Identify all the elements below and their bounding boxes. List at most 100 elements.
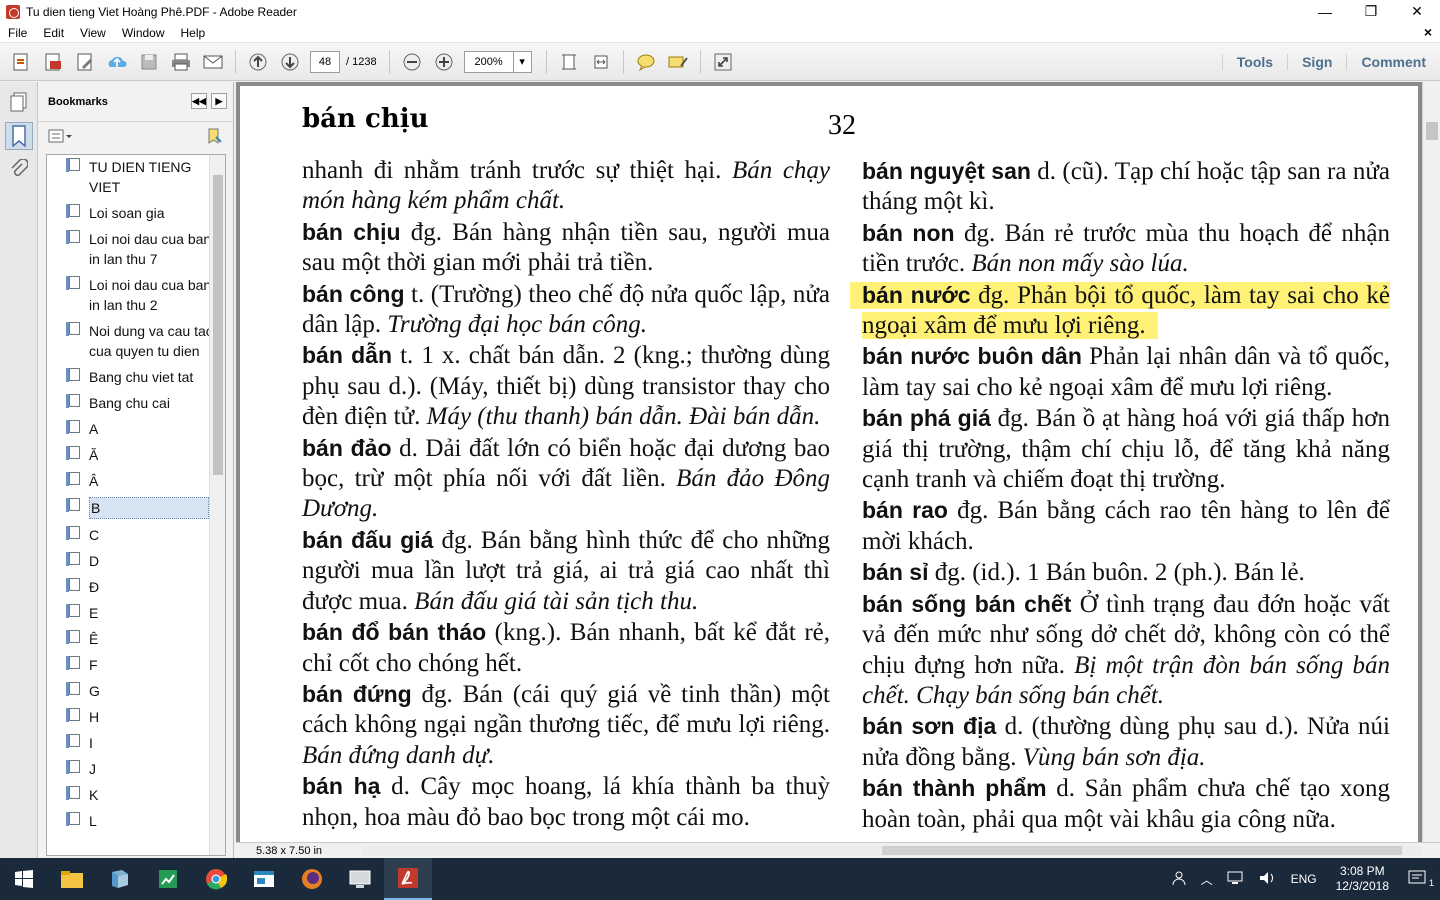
bookmark-options-icon[interactable] (48, 129, 72, 146)
bookmark-item[interactable]: L (47, 809, 225, 835)
action-center-icon[interactable]: 1 (1401, 870, 1440, 889)
volume-icon[interactable] (1252, 871, 1284, 888)
bookmark-label: Ê (89, 631, 99, 647)
highlighted-entry[interactable]: bán nước đg. Phản bội tổ quốc, làm tay s… (850, 281, 1390, 340)
network-icon[interactable] (1220, 871, 1252, 888)
bookmark-item[interactable]: I (47, 731, 225, 757)
upload-cloud-icon[interactable] (104, 49, 130, 75)
next-page-icon[interactable] (277, 49, 303, 75)
close-document-button[interactable]: × (1424, 24, 1432, 40)
bookmarks-panel-icon[interactable] (5, 122, 33, 150)
entry-example: Bán đứng danh dự. (302, 741, 495, 769)
bookmark-page-icon (66, 656, 80, 670)
dictionary-entry: bán nguyệt san d. (cũ). Tạp chí hoặc tập… (862, 156, 1390, 218)
full-screen-icon[interactable] (710, 49, 736, 75)
bookmark-item[interactable]: Noi dung va cau tao cua quyen tu dien (47, 319, 225, 365)
panel-arrow-icon[interactable]: ▶ (211, 93, 227, 109)
start-button-icon[interactable] (0, 858, 48, 900)
edit-pdf-icon[interactable] (72, 49, 98, 75)
firefox-icon[interactable] (288, 858, 336, 900)
dictionary-entry: bán thành phẩm d. Sản phẩm chưa chế tạo … (862, 773, 1390, 835)
bookmark-item[interactable]: G (47, 679, 225, 705)
page-thumbnails-icon[interactable] (5, 88, 33, 116)
system-clock[interactable]: 3:08 PM 12/3/2018 (1324, 864, 1401, 894)
page-number-input[interactable]: 48 (310, 50, 340, 73)
sticky-note-icon[interactable] (633, 49, 659, 75)
entry-headword: bán đổ bán tháo (302, 619, 487, 646)
zoom-in-icon[interactable] (431, 49, 457, 75)
adobe-reader-taskbar-icon[interactable] (384, 858, 432, 900)
bookmark-item[interactable]: Ê (47, 627, 225, 653)
bookmark-item[interactable]: C (47, 523, 225, 549)
entry-body: nhanh đi nhằm tránh trước sự thiệt hại. … (302, 157, 830, 214)
bookmark-item[interactable]: Loi noi dau cua ban in lan thu 2 (47, 273, 225, 319)
close-button[interactable]: ✕ (1394, 0, 1440, 23)
bookmark-page-icon (66, 158, 80, 172)
sign-pane-button[interactable]: Sign (1287, 54, 1346, 70)
bookmark-item[interactable]: E (47, 601, 225, 627)
bookmark-page-icon (66, 786, 80, 800)
save-icon[interactable] (136, 49, 162, 75)
input-language[interactable]: ENG (1284, 872, 1324, 886)
entry-headword: bán thành phẩm (862, 775, 1047, 802)
document-vertical-scrollbar[interactable] (1422, 82, 1440, 842)
menu-help[interactable]: Help (173, 26, 214, 40)
bookmark-item[interactable]: Bang chu cai (47, 391, 225, 417)
bookmark-page-icon (66, 230, 80, 244)
file-explorer-icon[interactable] (48, 858, 96, 900)
bookmark-label: Noi dung va cau tao cua quyen tu dien (89, 323, 214, 359)
attachments-icon[interactable] (5, 156, 33, 184)
highlight-text-icon[interactable] (665, 49, 691, 75)
zoom-level-input[interactable]: 200% (463, 50, 514, 73)
app-chart-icon[interactable] (144, 858, 192, 900)
bookmark-scrollbar[interactable] (209, 155, 225, 855)
menu-edit[interactable]: Edit (35, 26, 72, 40)
app-monitor-icon[interactable] (336, 858, 384, 900)
bookmark-item[interactable]: Loi soan gia (47, 201, 225, 227)
menu-file[interactable]: File (0, 26, 35, 40)
bookmark-item[interactable]: H (47, 705, 225, 731)
print-icon[interactable] (168, 49, 194, 75)
bookmark-item[interactable]: F (47, 653, 225, 679)
dictionary-entry: bán đảo d. Dải đất lớn có biển hoặc đại … (302, 433, 830, 525)
tools-pane-button[interactable]: Tools (1221, 54, 1287, 70)
bookmark-label: E (89, 605, 99, 621)
bookmark-item[interactable]: K (47, 783, 225, 809)
restore-button[interactable]: ❐ (1348, 0, 1394, 23)
people-icon[interactable] (1164, 870, 1194, 889)
show-hidden-icons-chevron-icon[interactable]: ︿ (1194, 871, 1220, 888)
email-icon[interactable] (200, 49, 226, 75)
bookmark-item[interactable]: Ă (47, 443, 225, 469)
right-column: bán nguyệt san d. (cũ). Tạp chí hoặc tập… (850, 156, 1390, 835)
new-bookmark-icon[interactable] (205, 127, 223, 148)
bookmark-item[interactable]: D (47, 549, 225, 575)
bookmark-item[interactable]: Đ (47, 575, 225, 601)
dictionary-entry: bán đứng đg. Bán (cái quý giá về tinh th… (302, 679, 830, 771)
bookmark-item[interactable]: Â (47, 469, 225, 495)
bookmark-item[interactable]: A (47, 417, 225, 443)
dictionary-entry: bán nước đg. Phản bội tổ quốc, làm tay s… (850, 280, 1390, 342)
create-pdf-icon[interactable] (8, 49, 34, 75)
bookmark-item[interactable]: TU DIEN TIENG VIET (47, 155, 225, 201)
menu-view[interactable]: View (72, 26, 114, 40)
fit-page-icon[interactable] (556, 49, 582, 75)
bookmark-item[interactable]: Loi noi dau cua ban in lan thu 7 (47, 227, 225, 273)
minimize-button[interactable]: — (1302, 0, 1348, 23)
dictionary-entry: bán chịu đg. Bán hàng nhận tiền sau, ngư… (302, 217, 830, 279)
bookmark-item[interactable]: Bang chu viet tat (47, 365, 225, 391)
zoom-dropdown-chevron-icon[interactable]: ▾ (513, 50, 532, 73)
chrome-icon[interactable] (192, 858, 240, 900)
export-pdf-icon[interactable] (40, 49, 66, 75)
app-book-icon[interactable] (96, 858, 144, 900)
comment-pane-button[interactable]: Comment (1346, 54, 1440, 70)
menu-window[interactable]: Window (114, 26, 173, 40)
bookmark-item[interactable]: J (47, 757, 225, 783)
document-horizontal-scrollbar[interactable] (362, 845, 1422, 856)
previous-page-icon[interactable] (245, 49, 271, 75)
entry-headword: bán sơn địa (862, 713, 997, 740)
app-window-icon[interactable] (240, 858, 288, 900)
bookmark-item[interactable]: B (47, 495, 225, 523)
collapse-panel-icon[interactable]: ◀◀ (191, 93, 207, 109)
zoom-out-icon[interactable] (399, 49, 425, 75)
fit-width-icon[interactable] (588, 49, 614, 75)
